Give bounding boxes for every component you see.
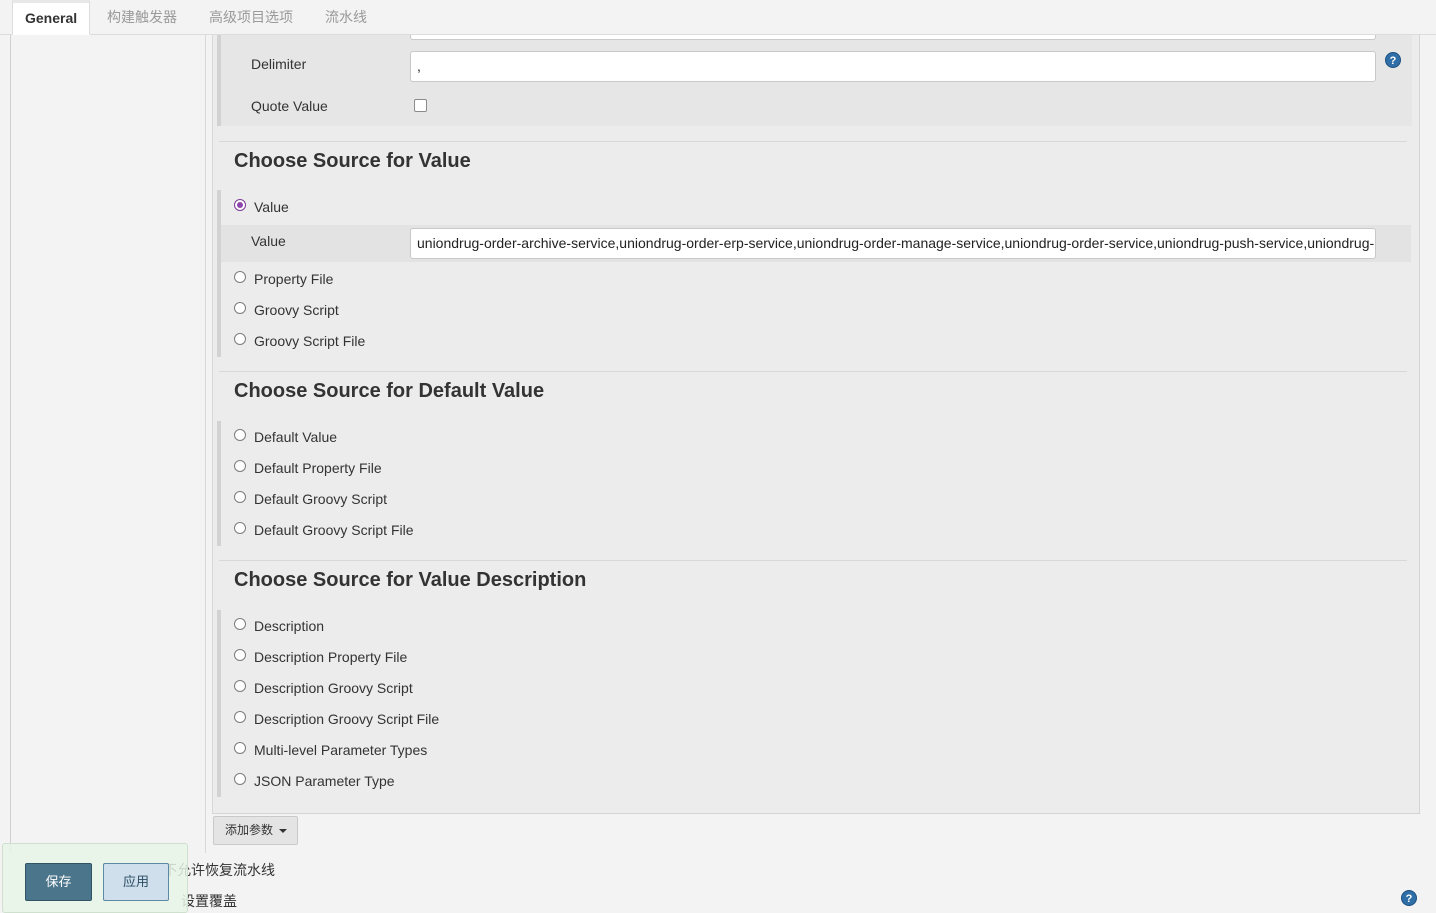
description-groovy-script-label: Description Groovy Script: [254, 680, 413, 696]
property-file-radio[interactable]: [234, 271, 246, 283]
groovy-script-label: Groovy Script: [254, 302, 339, 318]
description-source-options: [217, 610, 221, 797]
description-property-file-radio[interactable]: [234, 649, 246, 661]
groovy-script-file-radio[interactable]: [234, 333, 246, 345]
default-groovy-script-radio[interactable]: [234, 491, 246, 503]
tab-general[interactable]: General: [12, 0, 91, 35]
description-radio[interactable]: [234, 618, 246, 630]
description-source-title: Choose Source for Value Description: [234, 569, 587, 591]
default-property-file-radio[interactable]: [234, 460, 246, 472]
tab-build-triggers[interactable]: 构建触发器: [95, 0, 189, 35]
help-icon[interactable]: ?: [1385, 52, 1401, 68]
quote-value-checkbox[interactable]: [414, 99, 427, 112]
json-parameter-type-label: JSON Parameter Type: [254, 773, 395, 789]
section-divider: [219, 371, 1407, 372]
add-parameter-label: 添加参数: [225, 823, 274, 837]
default-value-source-title: Choose Source for Default Value: [234, 380, 545, 402]
section-divider: [219, 141, 1407, 142]
value-field-label: Value: [251, 233, 286, 249]
previous-field-input[interactable]: [410, 35, 1376, 40]
value-source-title: Choose Source for Value: [234, 150, 471, 172]
delimiter-input[interactable]: ,: [410, 51, 1376, 82]
default-groovy-script-file-label: Default Groovy Script File: [254, 522, 414, 538]
default-value-label: Default Value: [254, 429, 338, 445]
value-source-options: [217, 190, 221, 357]
default-value-radio[interactable]: [234, 429, 246, 441]
description-property-file-label: Description Property File: [254, 649, 408, 665]
groovy-script-radio[interactable]: [234, 302, 246, 314]
property-file-label: Property File: [254, 271, 334, 287]
value-radio[interactable]: [234, 199, 246, 211]
quote-value-label: Quote Value: [251, 98, 328, 114]
save-button[interactable]: 保存: [25, 863, 92, 901]
caret-down-icon: [279, 829, 287, 833]
description-label: Description: [254, 618, 325, 634]
gutter-divider: [205, 35, 206, 853]
gutter-divider: [10, 35, 11, 913]
tab-bar: General 构建触发器 高级项目选项 流水线: [0, 0, 1436, 35]
tab-pipeline[interactable]: 流水线: [313, 0, 379, 35]
panel-left-border: [212, 35, 213, 814]
groovy-script-file-label: Groovy Script File: [254, 333, 366, 349]
default-property-file-label: Default Property File: [254, 460, 382, 476]
description-groovy-script-radio[interactable]: [234, 680, 246, 692]
apply-button[interactable]: 应用: [103, 863, 169, 901]
section-divider: [219, 560, 1407, 561]
sidebar-space: [11, 35, 205, 853]
description-groovy-script-file-radio[interactable]: [234, 711, 246, 723]
value-radio-label: Value: [254, 199, 289, 215]
settings-override-label: 设置覆盖: [181, 893, 237, 909]
default-value-source-options: [217, 421, 221, 546]
description-groovy-script-file-label: Description Groovy Script File: [254, 711, 440, 727]
default-groovy-script-file-radio[interactable]: [234, 522, 246, 534]
delimiter-label: Delimiter: [251, 56, 307, 72]
default-groovy-script-label: Default Groovy Script: [254, 491, 388, 507]
add-parameter-button[interactable]: 添加参数: [213, 816, 298, 845]
json-parameter-type-radio[interactable]: [234, 773, 246, 785]
tab-advanced-project-options[interactable]: 高级项目选项: [197, 0, 305, 35]
value-field-input[interactable]: uniondrug-order-archive-service,uniondru…: [410, 228, 1376, 259]
help-icon[interactable]: ?: [1401, 890, 1417, 906]
multi-level-parameter-types-label: Multi-level Parameter Types: [254, 742, 428, 758]
multi-level-parameter-types-radio[interactable]: [234, 742, 246, 754]
